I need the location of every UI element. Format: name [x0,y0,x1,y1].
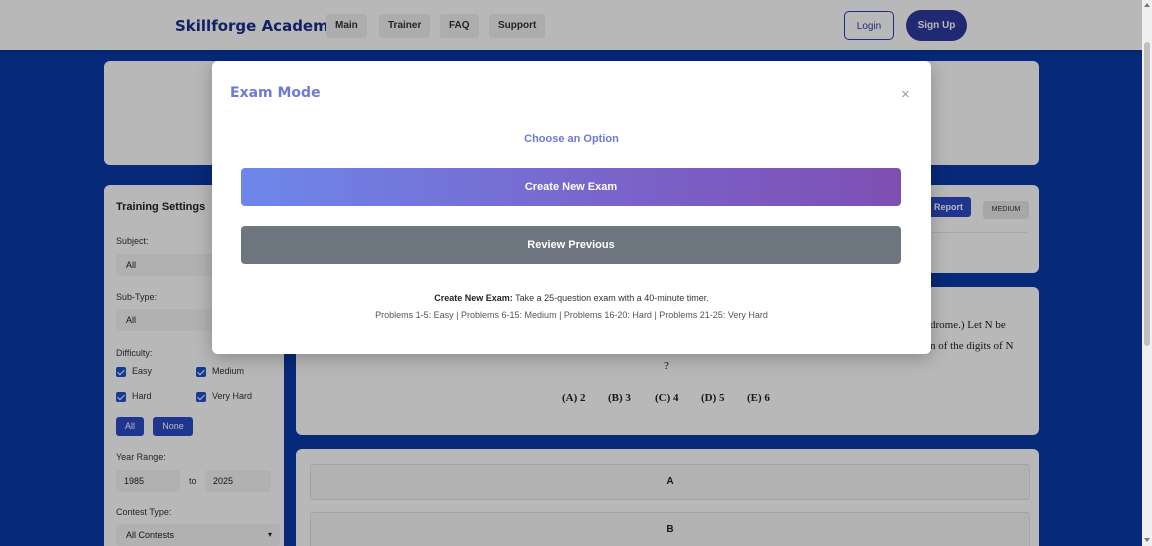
page: Skillforge Academy Main Trainer FAQ Supp… [0,0,1142,546]
scroll-up-arrow-icon[interactable] [1144,3,1150,7]
exam-description-label: Create New Exam: [434,293,513,303]
exam-description: Create New Exam: Take a 25-question exam… [212,293,931,303]
modal-title: Exam Mode [230,85,321,101]
review-previous-button[interactable]: Review Previous [241,226,901,264]
scrollbar-thumb[interactable] [1144,42,1150,346]
scroll-down-arrow-icon[interactable] [1144,538,1150,542]
create-new-exam-button[interactable]: Create New Exam [241,168,901,206]
modal-subtitle: Choose an Option [524,133,619,145]
difficulty-breakdown: Problems 1-5: Easy | Problems 6-15: Medi… [375,310,768,320]
close-icon[interactable]: × [901,87,910,102]
exam-mode-modal: Exam Mode × Choose an Option Create New … [212,61,931,354]
page-scrollbar[interactable] [1142,0,1152,546]
exam-description-text: Take a 25-question exam with a 40-minute… [512,293,709,303]
